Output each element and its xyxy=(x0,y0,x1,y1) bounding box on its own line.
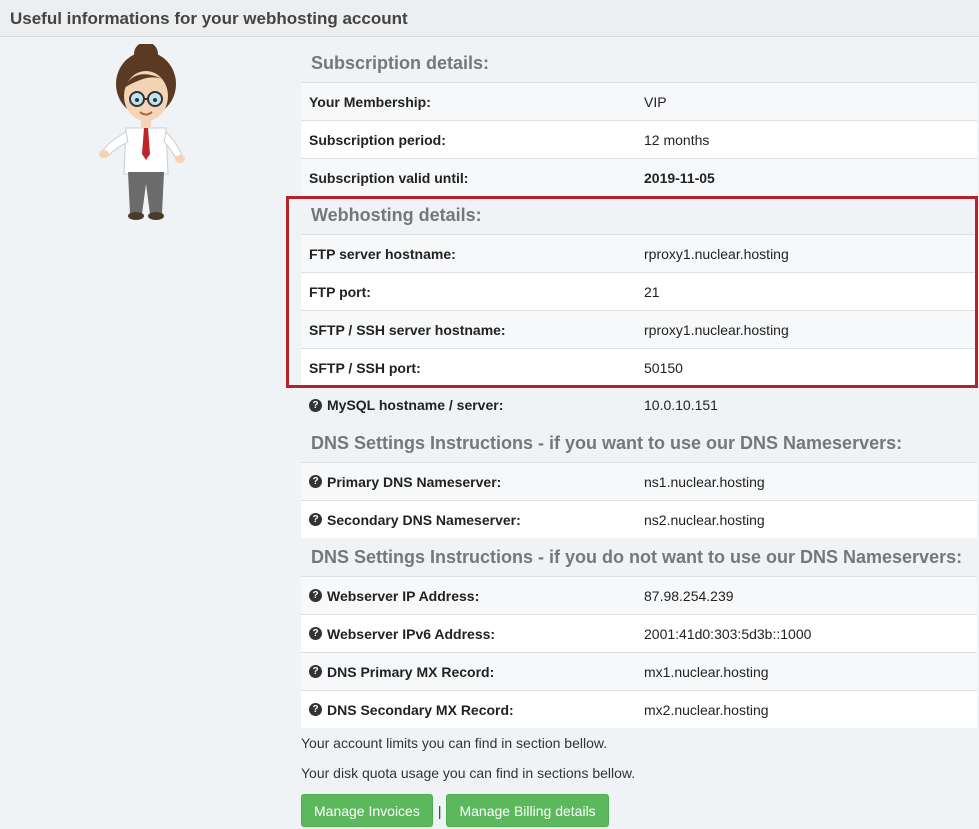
webhosting-row-sftp-port: SFTP / SSH port: 50150 xyxy=(301,348,977,386)
row-label: ? Webserver IPv6 Address: xyxy=(301,626,636,642)
row-label: ? MySQL hostname / server: xyxy=(301,397,636,413)
row-value: 2001:41d0:303:5d3b::1000 xyxy=(644,625,812,642)
row-label-text: Webserver IP Address: xyxy=(327,587,480,604)
panel-header: Useful informations for your webhosting … xyxy=(0,0,979,37)
row-value: 50150 xyxy=(644,359,683,376)
quota-note: Your disk quota usage you can find in se… xyxy=(301,765,636,781)
row-value: 2019-11-05 xyxy=(644,169,715,186)
question-circle-icon[interactable]: ? xyxy=(309,627,322,640)
manage-invoices-button[interactable]: Manage Invoices xyxy=(301,794,433,827)
manage-billing-details-button[interactable]: Manage Billing details xyxy=(446,794,609,827)
avatar xyxy=(99,44,185,220)
subscription-row-membership: Your Membership: VIP xyxy=(301,82,977,120)
row-label: Subscription period: xyxy=(309,131,446,148)
webhosting-row-mysql: ? MySQL hostname / server: 10.0.10.151 xyxy=(301,386,977,424)
row-value: 87.98.254.239 xyxy=(644,587,734,604)
row-value: mx2.nuclear.hosting xyxy=(644,701,769,718)
limits-note: Your account limits you can find in sect… xyxy=(301,735,608,751)
dns-use-row-secondary: ? Secondary DNS Nameserver: ns2.nuclear.… xyxy=(301,500,977,538)
dns-nouse-row-ipv4: ? Webserver IP Address: 87.98.254.239 xyxy=(301,576,977,614)
row-label: SFTP / SSH port: xyxy=(309,359,421,376)
webhosting-row-ftp-host: FTP server hostname: rproxy1.nuclear.hos… xyxy=(301,234,977,272)
row-label: ? DNS Primary MX Record: xyxy=(301,664,636,680)
subscription-row-valid-until: Subscription valid until: 2019-11-05 xyxy=(301,158,977,196)
question-circle-icon[interactable]: ? xyxy=(309,703,322,716)
row-value: 10.0.10.151 xyxy=(644,397,718,413)
subscription-heading: Subscription details: xyxy=(311,52,490,73)
row-label-text: DNS Secondary MX Record: xyxy=(327,701,514,718)
question-circle-icon[interactable]: ? xyxy=(309,398,322,412)
row-label-text: Webserver IPv6 Address: xyxy=(327,625,496,642)
row-label: Subscription valid until: xyxy=(309,169,469,186)
row-value: 12 months xyxy=(644,131,710,148)
panel-title: Useful informations for your webhosting … xyxy=(10,9,408,28)
row-value: rproxy1.nuclear.hosting xyxy=(644,245,789,262)
dns-use-row-primary: ? Primary DNS Nameserver: ns1.nuclear.ho… xyxy=(301,462,977,500)
row-label: SFTP / SSH server hostname: xyxy=(309,321,506,338)
question-circle-icon[interactable]: ? xyxy=(309,475,322,488)
row-value: mx1.nuclear.hosting xyxy=(644,663,769,680)
row-value: ns2.nuclear.hosting xyxy=(644,511,765,528)
button-separator: | xyxy=(437,802,442,819)
row-label-text: Secondary DNS Nameserver: xyxy=(327,511,521,528)
dns-nouse-row-ipv6: ? Webserver IPv6 Address: 2001:41d0:303:… xyxy=(301,614,977,652)
question-circle-icon[interactable]: ? xyxy=(309,513,322,526)
row-value: rproxy1.nuclear.hosting xyxy=(644,321,789,338)
details-panel: Subscription details: Your Membership: V… xyxy=(301,44,977,827)
row-value: ns1.nuclear.hosting xyxy=(644,473,765,490)
row-label-text: MySQL hostname / server: xyxy=(327,397,504,413)
row-label: ? Secondary DNS Nameserver: xyxy=(301,512,636,528)
dns-use-heading: DNS Settings Instructions - if you want … xyxy=(311,432,903,453)
row-label-text: DNS Primary MX Record: xyxy=(327,663,495,680)
question-circle-icon[interactable]: ? xyxy=(309,589,322,602)
row-label: ? Primary DNS Nameserver: xyxy=(301,474,636,490)
row-label: FTP port: xyxy=(309,283,371,300)
dns-nouse-row-mx2: ? DNS Secondary MX Record: mx2.nuclear.h… xyxy=(301,690,977,728)
action-buttons: Manage Invoices | Manage Billing details xyxy=(301,794,977,827)
dns-nouse-heading: DNS Settings Instructions - if you do no… xyxy=(311,546,963,567)
row-label: FTP server hostname: xyxy=(309,245,456,262)
row-label: ? DNS Secondary MX Record: xyxy=(301,702,636,718)
subscription-row-period: Subscription period: 12 months xyxy=(301,120,977,158)
row-value: VIP xyxy=(644,93,667,110)
row-label: ? Webserver IP Address: xyxy=(301,588,636,604)
webhosting-row-sftp-host: SFTP / SSH server hostname: rproxy1.nucl… xyxy=(301,310,977,348)
row-label: Your Membership: xyxy=(309,93,431,110)
webhosting-row-ftp-port: FTP port: 21 xyxy=(301,272,977,310)
dns-nouse-row-mx1: ? DNS Primary MX Record: mx1.nuclear.hos… xyxy=(301,652,977,690)
question-circle-icon[interactable]: ? xyxy=(309,665,322,678)
webhosting-heading: Webhosting details: xyxy=(311,204,482,225)
row-label-text: Primary DNS Nameserver: xyxy=(327,473,502,490)
row-value: 21 xyxy=(644,283,660,300)
